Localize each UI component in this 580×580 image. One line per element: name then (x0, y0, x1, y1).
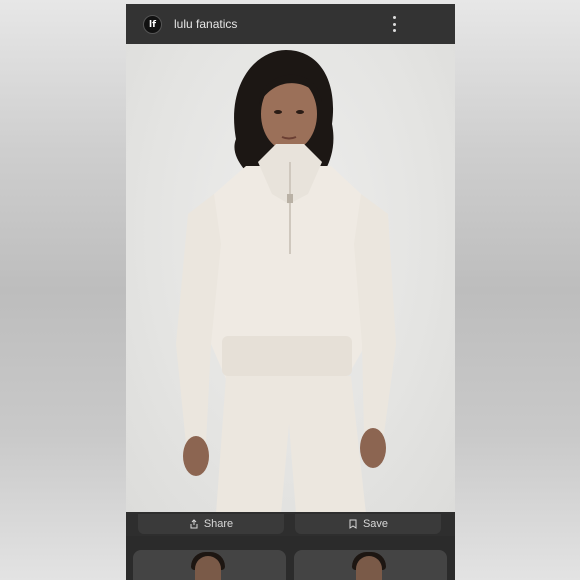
share-button[interactable]: Share (138, 514, 284, 534)
save-label: Save (362, 518, 389, 530)
app-header: lf lulu fanatics (126, 4, 455, 44)
share-icon (190, 519, 198, 529)
related-thumbnails (126, 544, 455, 580)
product-photo[interactable] (126, 44, 455, 514)
thumbnail-card[interactable] (294, 550, 447, 580)
app-title: lulu fanatics (174, 17, 238, 31)
share-label: Share (203, 518, 234, 530)
more-options-icon[interactable] (391, 16, 397, 32)
action-bar: Share Save (126, 512, 455, 536)
save-button[interactable]: Save (295, 514, 441, 534)
app-screen: lf lulu fanatics Share Save (126, 4, 455, 580)
bookmark-icon (349, 519, 357, 529)
app-logo[interactable]: lf (143, 15, 162, 34)
model-illustration (176, 50, 396, 514)
thumbnail-card[interactable] (133, 550, 286, 580)
